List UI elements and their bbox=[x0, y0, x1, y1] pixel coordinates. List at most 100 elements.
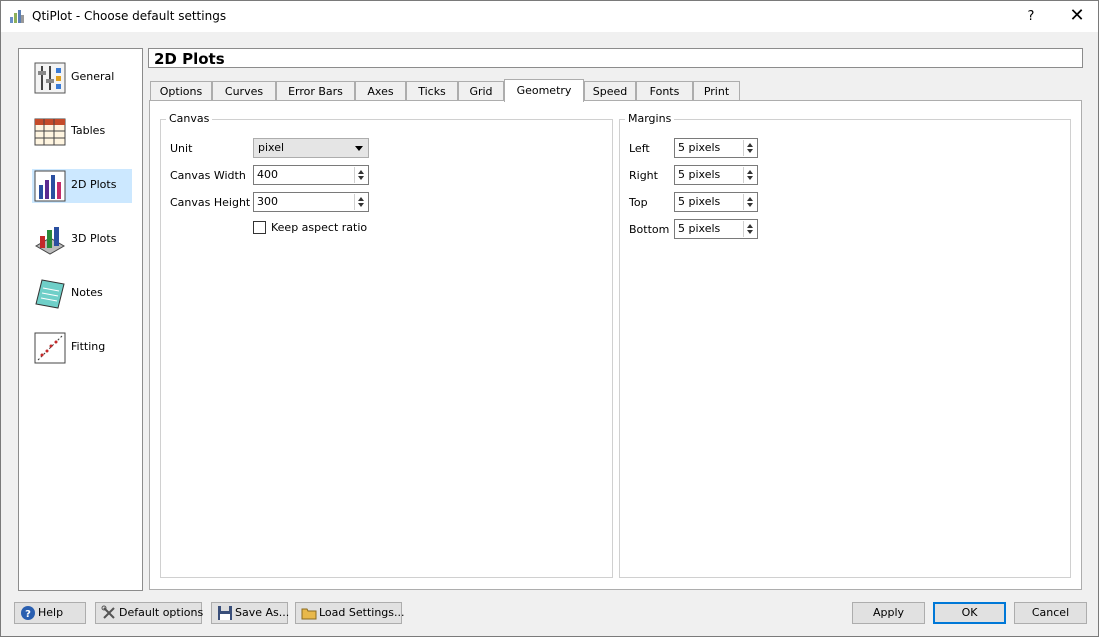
canvas-height-value: 300 bbox=[257, 195, 278, 208]
sidebar-item-label: Notes bbox=[71, 286, 103, 299]
help-button[interactable]: ? Help bbox=[14, 602, 86, 624]
right-margin-spinbox[interactable]: 5 pixels bbox=[674, 165, 758, 185]
spin-up-icon bbox=[747, 170, 753, 174]
general-settings-icon bbox=[34, 62, 66, 94]
tab-error-bars[interactable]: Error Bars bbox=[276, 81, 355, 101]
spin-down-icon bbox=[747, 230, 753, 234]
page-title-box: 2D Plots bbox=[148, 48, 1083, 68]
qtiplot-app-icon bbox=[10, 10, 24, 23]
category-sidebar: General Tables 2D Plots 3D Plots Notes F… bbox=[18, 48, 143, 591]
spin-buttons[interactable] bbox=[743, 221, 756, 237]
bottom-margin-value: 5 pixels bbox=[678, 222, 721, 235]
tab-curves[interactable]: Curves bbox=[212, 81, 276, 101]
tab-ticks[interactable]: Ticks bbox=[406, 81, 458, 101]
bottom-margin-label: Bottom bbox=[629, 223, 670, 236]
tab-geometry[interactable]: Geometry bbox=[504, 79, 584, 102]
spin-down-icon bbox=[747, 149, 753, 153]
sidebar-item-3d-plots[interactable]: 3D Plots bbox=[32, 223, 132, 257]
help-button-label: Help bbox=[38, 606, 64, 619]
top-margin-spinbox[interactable]: 5 pixels bbox=[674, 192, 758, 212]
canvas-width-label: Canvas Width bbox=[170, 169, 246, 182]
tab-print[interactable]: Print bbox=[693, 81, 740, 101]
spin-up-icon bbox=[747, 143, 753, 147]
spin-up-icon bbox=[358, 170, 364, 174]
tab-fonts[interactable]: Fonts bbox=[636, 81, 693, 101]
bottom-margin-spinbox[interactable]: 5 pixels bbox=[674, 219, 758, 239]
help-question-icon[interactable]: ? bbox=[1019, 6, 1043, 28]
canvas-height-spinbox[interactable]: 300 bbox=[253, 192, 369, 212]
title-bar: QtiPlot - Choose default settings ? ✕ bbox=[1, 1, 1098, 32]
geometry-panel: Canvas Unit pixel Canvas Width 400 Canva… bbox=[149, 100, 1082, 590]
help-icon: ? bbox=[21, 606, 35, 620]
canvas-width-value: 400 bbox=[257, 168, 278, 181]
left-margin-label: Left bbox=[629, 142, 650, 155]
bar-chart-icon bbox=[34, 170, 66, 202]
canvas-width-spinbox[interactable]: 400 bbox=[253, 165, 369, 185]
sidebar-item-label: 2D Plots bbox=[71, 178, 117, 191]
ok-button[interactable]: OK bbox=[933, 602, 1006, 624]
save-as-label: Save As... bbox=[235, 606, 290, 619]
sidebar-item-label: General bbox=[71, 70, 115, 83]
spin-up-icon bbox=[747, 224, 753, 228]
apply-button[interactable]: Apply bbox=[852, 602, 925, 624]
keep-aspect-ratio-label: Keep aspect ratio bbox=[271, 221, 368, 234]
close-icon[interactable]: ✕ bbox=[1061, 4, 1093, 28]
load-settings-label: Load Settings... bbox=[319, 606, 405, 619]
unit-dropdown[interactable]: pixel bbox=[253, 138, 369, 158]
sidebar-item-label: Fitting bbox=[71, 340, 106, 353]
sidebar-item-2d-plots[interactable]: 2D Plots bbox=[32, 169, 132, 203]
right-margin-label: Right bbox=[629, 169, 658, 182]
spin-buttons[interactable] bbox=[354, 194, 367, 210]
spin-down-icon bbox=[358, 203, 364, 207]
right-margin-value: 5 pixels bbox=[678, 168, 721, 181]
margins-group: Margins Left 5 pixels Right 5 pixels Top… bbox=[619, 112, 1071, 578]
unit-label: Unit bbox=[170, 142, 193, 155]
tools-icon bbox=[101, 605, 115, 619]
tab-options[interactable]: Options bbox=[150, 81, 212, 101]
canvas-group: Canvas Unit pixel Canvas Width 400 Canva… bbox=[160, 112, 613, 578]
cancel-button[interactable]: Cancel bbox=[1014, 602, 1087, 624]
sidebar-item-label: 3D Plots bbox=[71, 232, 117, 245]
svg-text:?: ? bbox=[25, 609, 31, 620]
top-margin-label: Top bbox=[629, 196, 648, 209]
fitting-icon bbox=[34, 332, 66, 364]
load-settings-button[interactable]: Load Settings... bbox=[295, 602, 405, 624]
settings-dialog: QtiPlot - Choose default settings ? ✕ Ge… bbox=[0, 0, 1099, 637]
spin-up-icon bbox=[358, 197, 364, 201]
spin-buttons[interactable] bbox=[354, 167, 367, 183]
spin-down-icon bbox=[747, 203, 753, 207]
sidebar-item-label: Tables bbox=[71, 124, 106, 137]
canvas-height-label: Canvas Height bbox=[170, 196, 251, 209]
page-title: 2D Plots bbox=[154, 50, 225, 68]
spin-up-icon bbox=[747, 197, 753, 201]
3d-plot-icon bbox=[34, 227, 66, 255]
sidebar-item-general[interactable]: General bbox=[32, 61, 132, 95]
window-title: QtiPlot - Choose default settings bbox=[32, 9, 227, 23]
tab-grid[interactable]: Grid bbox=[458, 81, 504, 101]
chevron-down-icon bbox=[355, 146, 363, 151]
spin-buttons[interactable] bbox=[743, 167, 756, 183]
top-margin-value: 5 pixels bbox=[678, 195, 721, 208]
left-margin-spinbox[interactable]: 5 pixels bbox=[674, 138, 758, 158]
default-options-label: Default options bbox=[119, 606, 204, 619]
spin-down-icon bbox=[747, 176, 753, 180]
unit-dropdown-value: pixel bbox=[258, 141, 285, 154]
tab-speed[interactable]: Speed bbox=[584, 81, 636, 101]
sidebar-item-tables[interactable]: Tables bbox=[32, 115, 132, 149]
tab-axes[interactable]: Axes bbox=[355, 81, 406, 101]
sidebar-item-notes[interactable]: Notes bbox=[32, 277, 132, 311]
canvas-group-title: Canvas bbox=[166, 112, 213, 125]
left-margin-value: 5 pixels bbox=[678, 141, 721, 154]
save-icon bbox=[218, 606, 232, 620]
keep-aspect-ratio-checkbox[interactable] bbox=[253, 221, 266, 234]
table-icon bbox=[34, 118, 66, 146]
sidebar-item-fitting[interactable]: Fitting bbox=[32, 331, 132, 365]
notes-icon bbox=[35, 279, 65, 309]
default-options-button[interactable]: Default options bbox=[95, 602, 204, 624]
spin-buttons[interactable] bbox=[743, 194, 756, 210]
margins-group-title: Margins bbox=[625, 112, 675, 125]
spin-buttons[interactable] bbox=[743, 140, 756, 156]
save-as-button[interactable]: Save As... bbox=[211, 602, 290, 624]
spin-down-icon bbox=[358, 176, 364, 180]
folder-open-icon bbox=[301, 608, 317, 620]
